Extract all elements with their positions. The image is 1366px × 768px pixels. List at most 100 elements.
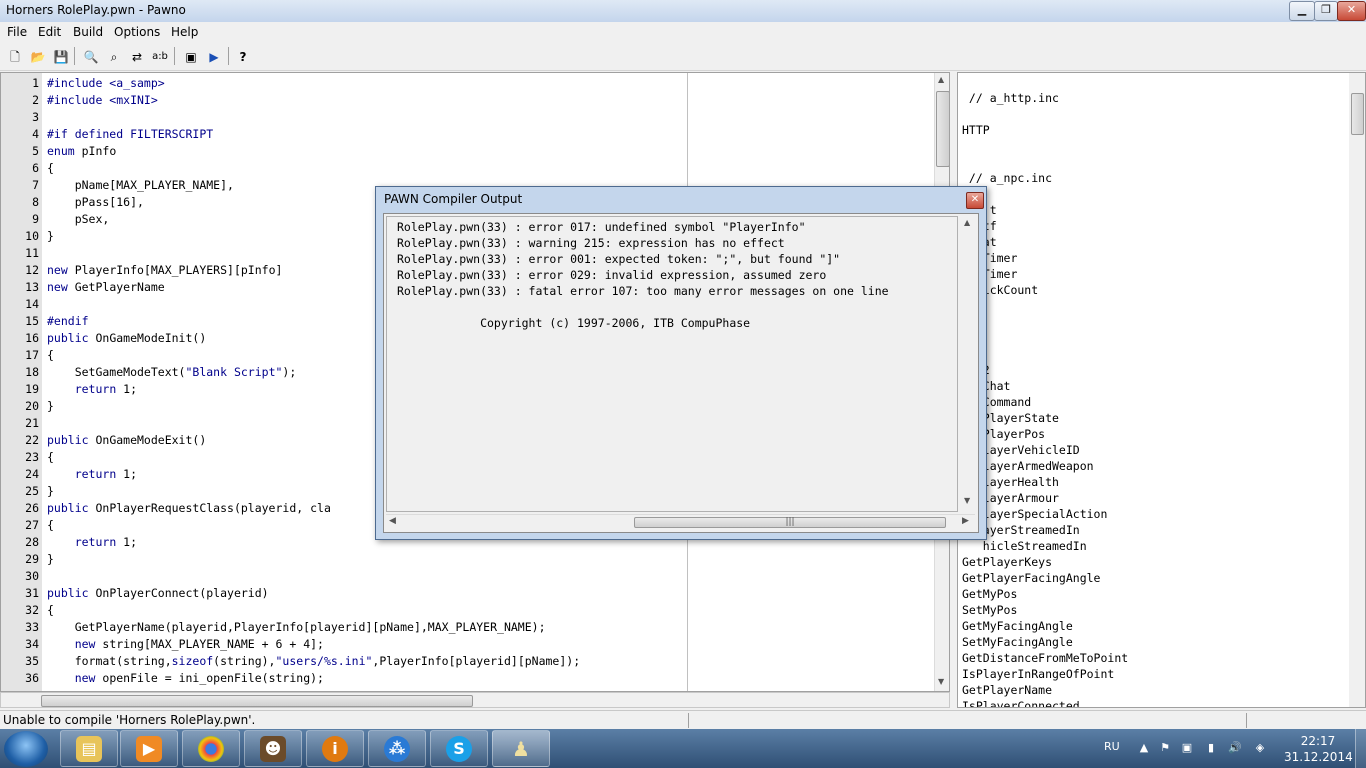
output-hscroll-thumb[interactable]: ||| bbox=[634, 517, 946, 528]
output-horizontal-scrollbar[interactable]: ◀ ||| ▶ bbox=[386, 514, 975, 530]
taskbar-chrome[interactable] bbox=[182, 730, 240, 767]
dialog-title: PAWN Compiler Output bbox=[384, 192, 523, 206]
compile-icon[interactable]: ▶ bbox=[203, 46, 225, 68]
scroll-right-arrow[interactable]: ▶ bbox=[962, 516, 969, 526]
output-text-area[interactable]: RolePlay.pwn(33) : error 017: undefined … bbox=[386, 216, 958, 512]
taskbar-skype[interactable]: S bbox=[430, 730, 488, 767]
scroll-down-arrow[interactable]: ▼ bbox=[964, 496, 970, 505]
editor-horizontal-scrollbar[interactable] bbox=[0, 692, 950, 708]
panel-scroll-thumb[interactable] bbox=[1351, 93, 1364, 135]
code-line: new string[MAX_PLAYER_NAME + 6 + 4]; bbox=[74, 637, 324, 651]
menu-build[interactable]: Build bbox=[73, 25, 103, 39]
tray-arrow-icon[interactable]: ▲ bbox=[1137, 741, 1151, 755]
function-list-item[interactable]: GetPlayerKeys bbox=[962, 554, 1052, 570]
line-number: 25 bbox=[25, 484, 39, 498]
toolbar-separator bbox=[74, 47, 75, 65]
function-list-panel[interactable]: // a_http.inc HTTP // a_npc.inc t tf at T… bbox=[957, 72, 1366, 708]
code-line: SetGameModeText("Blank Script"); bbox=[47, 365, 297, 379]
taskbar-info-app[interactable]: i bbox=[306, 730, 364, 767]
scroll-up-arrow[interactable]: ▲ bbox=[964, 218, 970, 227]
find-icon[interactable]: 🔍 bbox=[80, 46, 102, 68]
line-number: 20 bbox=[25, 399, 39, 413]
function-list-item[interactable]: // a_http.inc bbox=[962, 90, 1059, 106]
menu-help[interactable]: Help bbox=[171, 25, 198, 39]
code-line: { bbox=[47, 450, 54, 464]
close-button[interactable]: ✕ bbox=[1337, 1, 1366, 21]
skype-icon: S bbox=[446, 736, 472, 762]
line-number: 3 bbox=[32, 110, 39, 124]
function-list-item[interactable]: GetPlayerName bbox=[962, 682, 1052, 698]
find-next-icon[interactable]: ⌕ bbox=[103, 46, 125, 68]
taskbar-explorer[interactable]: ▤ bbox=[60, 730, 118, 767]
chrome-icon bbox=[198, 736, 224, 762]
taskbar-pawno[interactable]: ♟ bbox=[492, 730, 550, 767]
function-list-item[interactable]: GetMyPos bbox=[962, 586, 1017, 602]
tray-app-icon[interactable]: ▣ bbox=[1180, 741, 1194, 755]
folder-icon: ▤ bbox=[76, 736, 102, 762]
language-indicator[interactable]: RU bbox=[1104, 740, 1120, 753]
function-list-item[interactable]: // a_npc.inc bbox=[962, 170, 1052, 186]
taskbar-media-player[interactable]: ▶ bbox=[120, 730, 178, 767]
network-signal-icon[interactable]: ▮ bbox=[1204, 741, 1218, 755]
new-file-icon[interactable]: 🗋 bbox=[4, 46, 26, 68]
minimize-button[interactable]: ▁ bbox=[1289, 1, 1315, 21]
editor-scroll-thumb[interactable] bbox=[936, 91, 949, 167]
save-file-icon[interactable]: 💾 bbox=[50, 46, 72, 68]
menu-bar: File Edit Build Options Help bbox=[0, 22, 1366, 41]
code-line: pSex, bbox=[47, 212, 110, 226]
taskbar-network-app[interactable]: ⁂ bbox=[368, 730, 426, 767]
code-line: } bbox=[47, 399, 54, 413]
action-center-icon[interactable]: ⚑ bbox=[1158, 741, 1172, 755]
menu-edit[interactable]: Edit bbox=[38, 25, 61, 39]
goto-line-icon[interactable]: a:b bbox=[149, 46, 171, 68]
volume-icon[interactable]: 🔊 bbox=[1228, 741, 1242, 755]
show-desktop-button[interactable] bbox=[1355, 729, 1366, 768]
toolbar-separator bbox=[228, 47, 229, 65]
output-message: Copyright (c) 1997-2006, ITB CompuPhase bbox=[397, 316, 751, 330]
function-list-item[interactable]: SetMyPos bbox=[962, 602, 1017, 618]
info-icon: i bbox=[322, 736, 348, 762]
font-icon[interactable]: ▣ bbox=[180, 46, 202, 68]
replace-icon[interactable]: ⇄ bbox=[126, 46, 148, 68]
line-number: 26 bbox=[25, 501, 39, 515]
function-list-item[interactable]: SetMyFacingAngle bbox=[962, 634, 1073, 650]
line-number: 30 bbox=[25, 569, 39, 583]
line-number: 9 bbox=[32, 212, 39, 226]
help-icon[interactable]: ? bbox=[232, 46, 254, 68]
scroll-left-arrow[interactable]: ◀ bbox=[389, 516, 396, 526]
function-list-item[interactable]: hicleStreamedIn bbox=[962, 538, 1087, 554]
clock-date[interactable]: 31.12.2014 bbox=[1284, 750, 1353, 764]
code-line: return 1; bbox=[74, 467, 138, 481]
scroll-down-arrow[interactable]: ▼ bbox=[938, 677, 944, 686]
output-vertical-scrollbar[interactable]: ▲ ▼ bbox=[960, 216, 975, 512]
toolbar: 🗋 📂 💾 🔍 ⌕ ⇄ a:b ▣ ▶ ? bbox=[0, 42, 1366, 71]
title-bar[interactable]: Horners RolePlay.pwn - Pawno ▁ ❐ ✕ bbox=[0, 0, 1366, 23]
line-number: 13 bbox=[25, 280, 39, 294]
function-list-item[interactable]: GetPlayerFacingAngle bbox=[962, 570, 1100, 586]
function-list-item[interactable]: IsPlayerConnected bbox=[962, 698, 1080, 707]
output-message: RolePlay.pwn(33) : error 029: invalid ex… bbox=[397, 268, 827, 282]
function-list-item[interactable]: GetDistanceFromMeToPoint bbox=[962, 650, 1128, 666]
function-list-item[interactable]: HTTP bbox=[962, 122, 990, 138]
code-line: } bbox=[47, 229, 54, 243]
scroll-up-arrow[interactable]: ▲ bbox=[938, 75, 944, 84]
function-list-item[interactable]: GetMyFacingAngle bbox=[962, 618, 1073, 634]
maximize-button[interactable]: ❐ bbox=[1314, 1, 1338, 21]
code-line: #include <a_samp> bbox=[47, 76, 165, 90]
start-button-icon[interactable] bbox=[4, 731, 48, 767]
menu-options[interactable]: Options bbox=[114, 25, 160, 39]
tray-extra-icon[interactable]: ◈ bbox=[1253, 741, 1267, 755]
line-number: 33 bbox=[25, 620, 39, 634]
function-list-item[interactable]: IsPlayerInRangeOfPoint bbox=[962, 666, 1114, 682]
open-file-icon[interactable]: 📂 bbox=[27, 46, 49, 68]
compiler-output-dialog[interactable]: PAWN Compiler Output ✕ RolePlay.pwn(33) … bbox=[375, 186, 987, 540]
code-line: return 1; bbox=[74, 382, 138, 396]
dialog-close-icon[interactable]: ✕ bbox=[966, 192, 984, 209]
network-icon: ⁂ bbox=[384, 736, 410, 762]
panel-vertical-scrollbar[interactable] bbox=[1349, 73, 1365, 707]
dialog-body: RolePlay.pwn(33) : error 017: undefined … bbox=[383, 213, 979, 533]
taskbar-gta-sa[interactable]: ☻ bbox=[244, 730, 302, 767]
menu-file[interactable]: File bbox=[7, 25, 27, 39]
editor-hscroll-thumb[interactable] bbox=[41, 695, 473, 707]
clock-time[interactable]: 22:17 bbox=[1296, 734, 1340, 748]
